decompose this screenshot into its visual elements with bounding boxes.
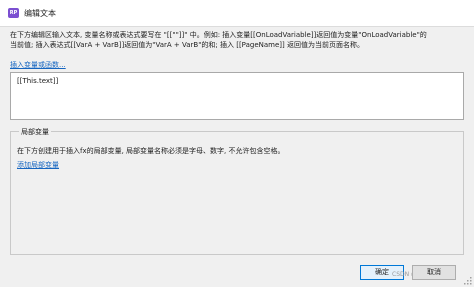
cancel-button[interactable]: 取消 bbox=[412, 265, 456, 280]
resize-grip-icon[interactable] bbox=[464, 277, 472, 285]
instructions-line-2: 当前值; 插入表达式[[VarA + VarB]]返回值为"VarA + Var… bbox=[10, 41, 364, 49]
app-icon: RP bbox=[8, 8, 19, 18]
insert-variable-link[interactable]: 插入变量或函数... bbox=[10, 60, 66, 70]
instructions-line-1: 在下方编辑区输入文本, 变量名称或表达式要写在 "[[""]]" 中。例如: 插… bbox=[10, 31, 427, 39]
editor-value: [[This.text]] bbox=[17, 77, 59, 85]
instructions-text: 在下方编辑区输入文本, 变量名称或表达式要写在 "[[""]]" 中。例如: 插… bbox=[10, 30, 470, 50]
local-variables-group: 局部变量 在下方创建用于插入fx的局部变量, 局部变量名称必须是字母、数字, 不… bbox=[10, 127, 464, 255]
window-title: 编辑文本 bbox=[24, 9, 56, 18]
local-variables-description: 在下方创建用于插入fx的局部变量, 局部变量名称必须是字母、数字, 不允许包含空… bbox=[17, 147, 285, 155]
text-editor[interactable]: [[This.text]] bbox=[10, 72, 464, 120]
local-variables-legend: 局部变量 bbox=[19, 127, 51, 137]
add-local-variable-link[interactable]: 添加局部变量 bbox=[17, 160, 59, 170]
title-bar[interactable]: RP 编辑文本 bbox=[0, 0, 474, 27]
